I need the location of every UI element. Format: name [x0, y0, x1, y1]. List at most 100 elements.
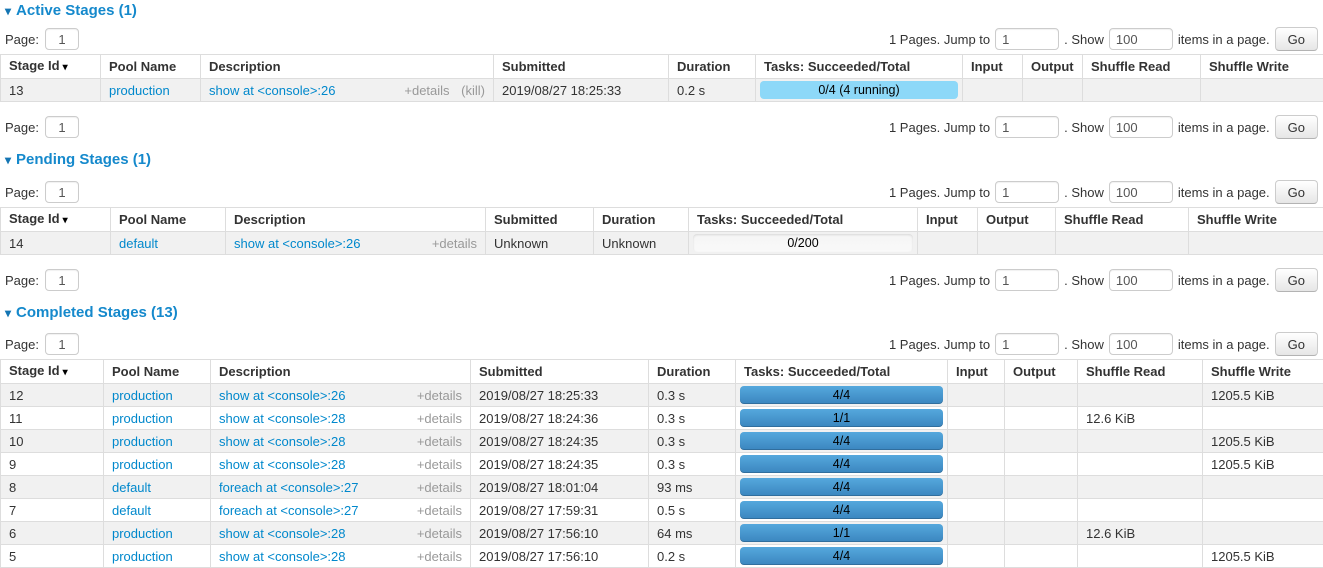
pool-name-cell: default [111, 232, 226, 255]
details-toggle[interactable]: +details [417, 526, 462, 541]
input-cell [948, 476, 1005, 499]
col-output[interactable]: Output [1023, 55, 1083, 79]
go-button[interactable]: Go [1275, 268, 1318, 292]
collapse-arrow-icon: ▾ [5, 4, 11, 18]
description-link[interactable]: show at <console>:26 [234, 235, 360, 252]
col-submitted[interactable]: Submitted [486, 208, 594, 232]
col-stage-id[interactable]: Stage Id▾ [1, 208, 111, 232]
col-pool-name[interactable]: Pool Name [111, 208, 226, 232]
details-toggle[interactable]: +details [417, 503, 462, 518]
pool-name-cell: production [104, 522, 211, 545]
col-input[interactable]: Input [963, 55, 1023, 79]
items-per-page-input[interactable] [1109, 333, 1173, 355]
col-stage-id[interactable]: Stage Id▾ [1, 360, 104, 384]
details-toggle[interactable]: +details [417, 457, 462, 472]
pagination-bar: Page: 1 Pages. Jump to . Show items in a… [5, 268, 1318, 292]
description-link[interactable]: show at <console>:28 [219, 456, 345, 473]
col-tasks[interactable]: Tasks: Succeeded/Total [736, 360, 948, 384]
col-input[interactable]: Input [948, 360, 1005, 384]
pagination-controls: 1 Pages. Jump to . Show items in a page.… [884, 332, 1318, 356]
duration-cell: 0.3 s [649, 407, 736, 430]
shuffle-read-cell [1078, 453, 1203, 476]
shuffle-read-cell: 12.6 KiB [1078, 407, 1203, 430]
items-per-page-input[interactable] [1109, 269, 1173, 291]
col-duration[interactable]: Duration [649, 360, 736, 384]
details-toggle[interactable]: +details [404, 83, 449, 98]
details-toggle[interactable]: +details [417, 388, 462, 403]
description-link[interactable]: show at <console>:26 [219, 387, 345, 404]
description-link[interactable]: foreach at <console>:27 [219, 479, 359, 496]
description-cell: show at <console>:28 +details [211, 545, 471, 568]
items-per-page-input[interactable] [1109, 181, 1173, 203]
description-link[interactable]: show at <console>:28 [219, 433, 345, 450]
col-pool-name[interactable]: Pool Name [101, 55, 201, 79]
items-per-page-input[interactable] [1109, 116, 1173, 138]
output-cell [1005, 499, 1078, 522]
page-number-input[interactable] [45, 181, 79, 203]
items-per-page-input[interactable] [1109, 28, 1173, 50]
details-toggle[interactable]: +details [417, 434, 462, 449]
col-output[interactable]: Output [978, 208, 1056, 232]
col-description[interactable]: Description [226, 208, 486, 232]
pending-stages-heading[interactable]: ▾ Pending Stages (1) [5, 151, 1323, 168]
col-shuffle-write[interactable]: Shuffle Write [1203, 360, 1323, 384]
details-toggle[interactable]: +details [417, 480, 462, 495]
jump-to-page-input[interactable] [995, 116, 1059, 138]
description-link[interactable]: show at <console>:28 [219, 548, 345, 565]
jump-to-page-input[interactable] [995, 28, 1059, 50]
pool-name-link[interactable]: production [112, 457, 173, 472]
pool-name-link[interactable]: production [112, 526, 173, 541]
pool-name-link[interactable]: default [112, 503, 151, 518]
col-submitted[interactable]: Submitted [471, 360, 649, 384]
description-extras: +details [417, 525, 462, 542]
col-shuffle-read[interactable]: Shuffle Read [1078, 360, 1203, 384]
description-link[interactable]: show at <console>:28 [219, 525, 345, 542]
details-toggle[interactable]: +details [417, 411, 462, 426]
tasks-cell: 1/1 [736, 407, 948, 430]
completed-stages-table: Stage Id▾ Pool Name Description Submitte… [0, 359, 1323, 568]
completed-stages-heading[interactable]: ▾ Completed Stages (13) [5, 304, 1323, 321]
col-output[interactable]: Output [1005, 360, 1078, 384]
completed-stages-title: Completed Stages (13) [16, 304, 178, 321]
col-shuffle-write[interactable]: Shuffle Write [1189, 208, 1323, 232]
jump-to-page-input[interactable] [995, 181, 1059, 203]
col-pool-name[interactable]: Pool Name [104, 360, 211, 384]
active-stages-heading[interactable]: ▾ Active Stages (1) [5, 2, 1323, 19]
col-shuffle-write[interactable]: Shuffle Write [1201, 55, 1323, 79]
col-description[interactable]: Description [211, 360, 471, 384]
col-shuffle-read[interactable]: Shuffle Read [1083, 55, 1201, 79]
col-shuffle-read[interactable]: Shuffle Read [1056, 208, 1189, 232]
page-number-input[interactable] [45, 116, 79, 138]
go-button[interactable]: Go [1275, 180, 1318, 204]
col-duration[interactable]: Duration [594, 208, 689, 232]
col-duration[interactable]: Duration [669, 55, 756, 79]
page-number-input[interactable] [45, 333, 79, 355]
jump-to-page-input[interactable] [995, 333, 1059, 355]
pool-name-link[interactable]: default [119, 236, 158, 251]
jump-to-page-input[interactable] [995, 269, 1059, 291]
go-button[interactable]: Go [1275, 27, 1318, 51]
pool-name-link[interactable]: production [112, 388, 173, 403]
pool-name-link[interactable]: production [112, 411, 173, 426]
description-link[interactable]: show at <console>:28 [219, 410, 345, 427]
page-number-input[interactable] [45, 28, 79, 50]
pool-name-link[interactable]: production [112, 434, 173, 449]
pool-name-link[interactable]: production [112, 549, 173, 564]
col-tasks[interactable]: Tasks: Succeeded/Total [689, 208, 918, 232]
pool-name-link[interactable]: production [109, 83, 170, 98]
go-button[interactable]: Go [1275, 332, 1318, 356]
kill-link[interactable]: (kill) [461, 83, 485, 98]
col-input[interactable]: Input [918, 208, 978, 232]
details-toggle[interactable]: +details [417, 549, 462, 564]
go-button[interactable]: Go [1275, 115, 1318, 139]
stage-id-cell: 6 [1, 522, 104, 545]
details-toggle[interactable]: +details [432, 236, 477, 251]
description-link[interactable]: foreach at <console>:27 [219, 502, 359, 519]
col-submitted[interactable]: Submitted [494, 55, 669, 79]
page-number-input[interactable] [45, 269, 79, 291]
pool-name-link[interactable]: default [112, 480, 151, 495]
col-tasks[interactable]: Tasks: Succeeded/Total [756, 55, 963, 79]
description-link[interactable]: show at <console>:26 [209, 82, 335, 99]
col-stage-id[interactable]: Stage Id▾ [1, 55, 101, 79]
col-description[interactable]: Description [201, 55, 494, 79]
